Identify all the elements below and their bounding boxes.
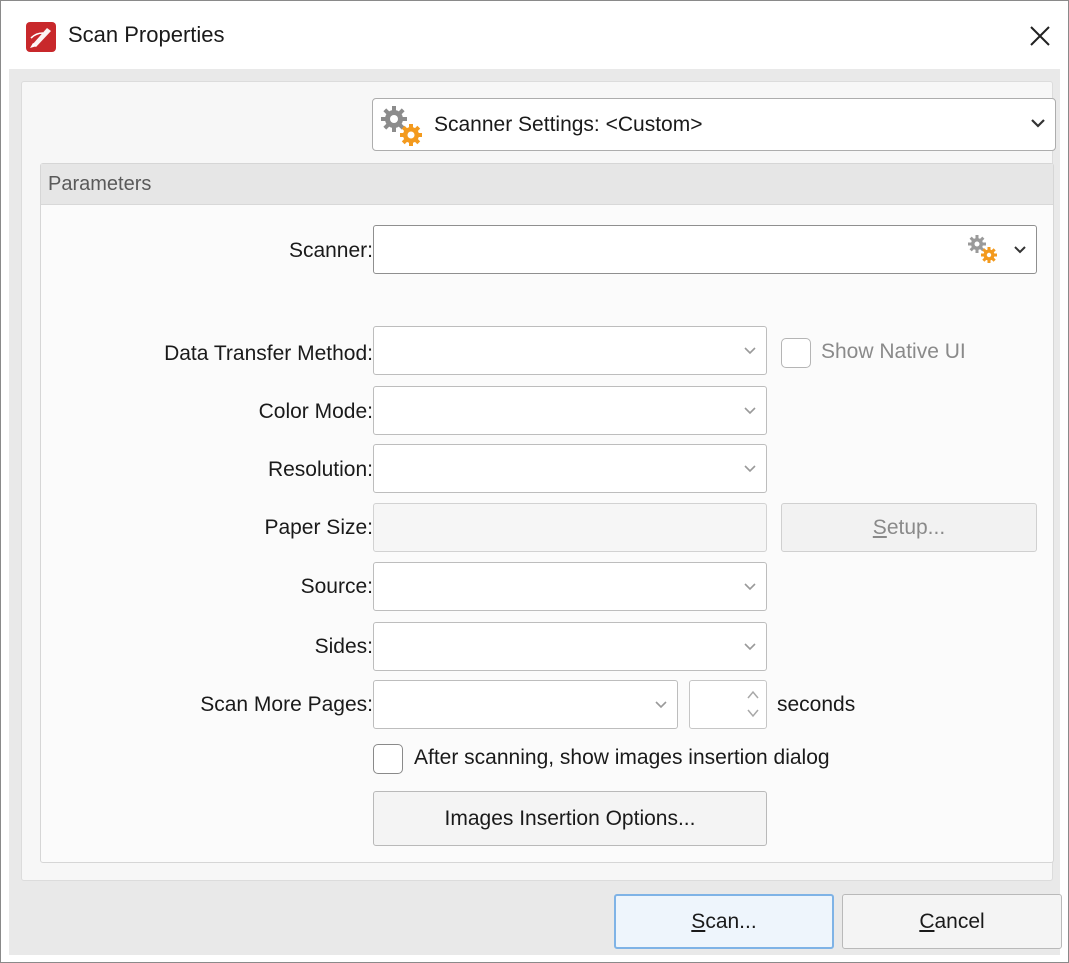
gears-icon <box>381 106 422 146</box>
cancel-button-label: ancel <box>934 909 985 933</box>
scan-more-pages-combo[interactable] <box>373 680 678 729</box>
parameters-group: Parameters Scanner: Data Transfer Method… <box>40 163 1054 863</box>
chevron-down-icon <box>1014 245 1026 253</box>
chevron-down-icon <box>1031 119 1045 128</box>
resolution-label: Resolution: <box>267 458 373 481</box>
paper-size-field[interactable] <box>373 503 767 552</box>
scan-properties-dialog: Scan Properties Scanner Settings: <Custo… <box>0 0 1069 963</box>
seconds-spinner[interactable] <box>689 680 767 729</box>
scan-button-mnemonic: S <box>691 909 706 933</box>
cancel-button-mnemonic: C <box>919 909 935 933</box>
setup-button-label: etup... <box>886 515 946 539</box>
parameters-title: Parameters <box>48 173 152 195</box>
data-transfer-method-combo[interactable] <box>373 326 767 375</box>
resolution-combo[interactable] <box>373 444 767 493</box>
setup-button[interactable]: Setup... <box>781 503 1037 552</box>
sides-combo[interactable] <box>373 622 767 671</box>
pdf-app-icon <box>26 22 56 52</box>
cancel-button[interactable]: Cancel <box>842 894 1062 949</box>
dialog-body: Scanner Settings: <Custom> Parameters Sc… <box>9 69 1062 955</box>
color-mode-combo[interactable] <box>373 386 767 435</box>
scan-button[interactable]: Scan... <box>614 894 834 949</box>
after-scanning-label: After scanning, show images insertion di… <box>414 746 830 769</box>
scanner-settings-label: Scanner Settings: <Custom> <box>434 113 703 136</box>
close-button[interactable] <box>1012 11 1068 61</box>
chevron-down-icon <box>744 582 756 590</box>
scanner-settings-dropdown[interactable]: Scanner Settings: <Custom> <box>372 98 1056 151</box>
source-combo[interactable] <box>373 562 767 611</box>
scan-more-pages-label: Scan More Pages: <box>200 693 373 716</box>
scanner-label: Scanner: <box>288 239 373 262</box>
chevron-down-icon <box>744 406 756 414</box>
after-scanning-checkbox[interactable] <box>373 744 403 774</box>
close-icon <box>1030 26 1050 46</box>
sides-label: Sides: <box>314 635 373 658</box>
images-insertion-options-button[interactable]: Images Insertion Options... <box>373 791 767 846</box>
parameters-header: Parameters <box>41 164 1053 205</box>
show-native-ui-label: Show Native UI <box>821 340 966 363</box>
settings-panel: Scanner Settings: <Custom> Parameters Sc… <box>21 81 1056 881</box>
scanner-combo[interactable] <box>373 225 1037 274</box>
color-mode-label: Color Mode: <box>258 400 373 423</box>
paper-size-label: Paper Size: <box>264 516 373 539</box>
show-native-ui-checkbox[interactable] <box>781 338 811 368</box>
gears-icon <box>968 235 997 263</box>
title-bar: Scan Properties <box>1 1 1068 69</box>
seconds-label: seconds <box>777 693 856 716</box>
chevron-down-icon <box>744 464 756 472</box>
setup-button-mnemonic: S <box>872 515 887 539</box>
data-transfer-method-label: Data Transfer Method: <box>164 342 373 365</box>
chevron-down-icon <box>655 700 667 708</box>
images-insertion-options-label: Images Insertion Options... <box>444 806 696 830</box>
window-title: Scan Properties <box>68 22 225 47</box>
source-label: Source: <box>300 575 373 598</box>
chevron-down-icon <box>744 346 756 354</box>
spinner-arrows-icon[interactable] <box>746 686 760 722</box>
scan-button-label: can... <box>705 909 757 933</box>
chevron-down-icon <box>744 642 756 650</box>
